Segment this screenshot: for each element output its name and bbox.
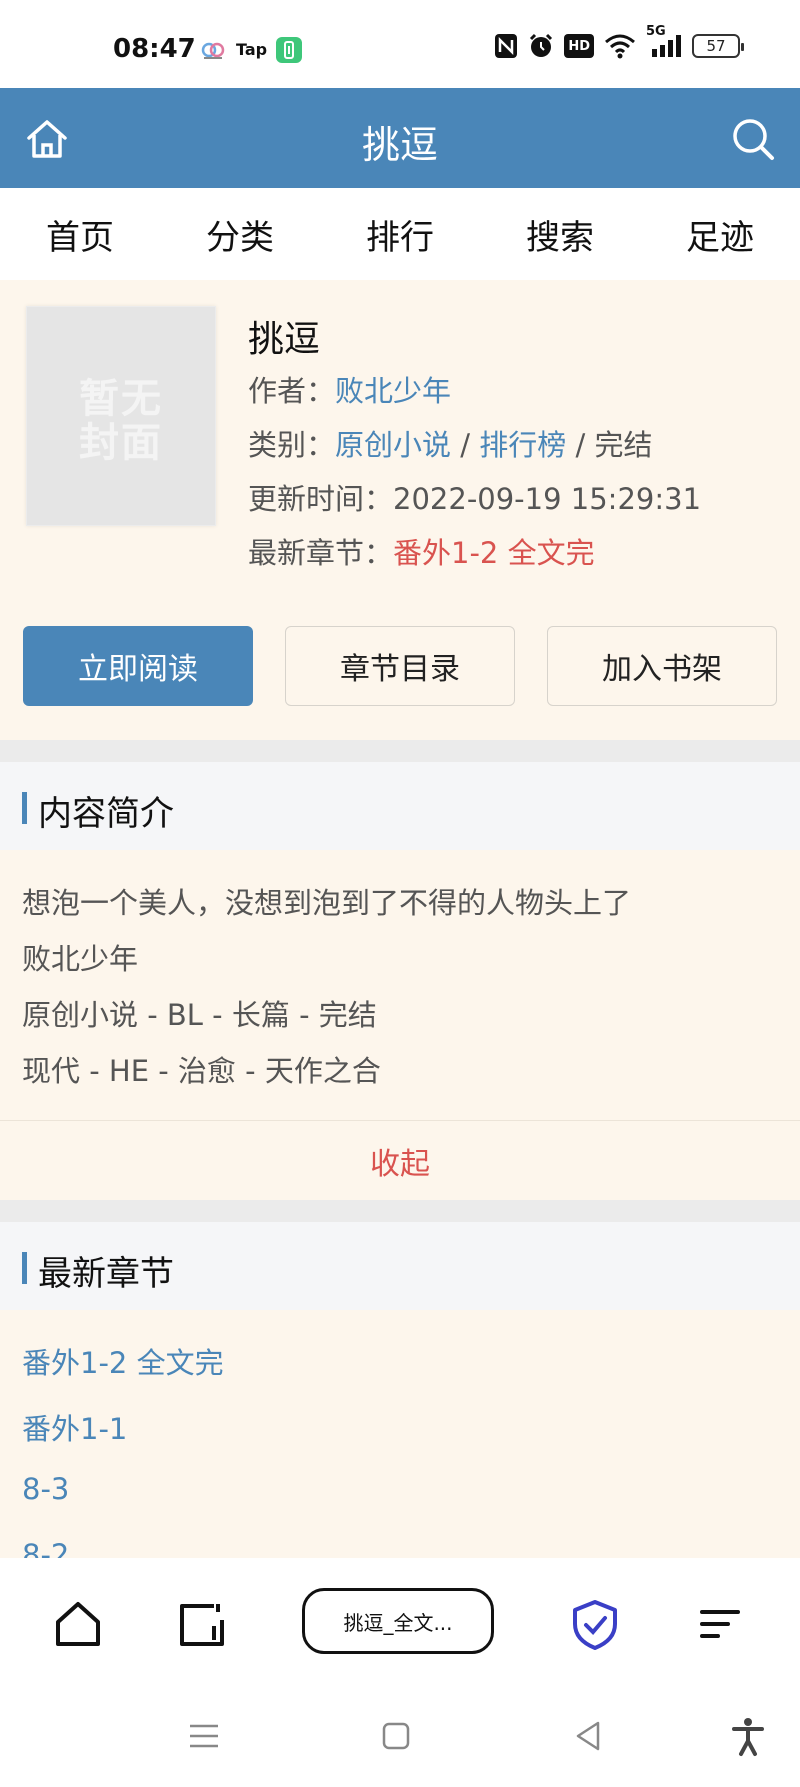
status-bar: 08:47 Tap HD 5G 57 [0,0,800,88]
divider [0,740,800,762]
updated-line: 更新时间：2022-09-19 15:29:31 [248,476,701,518]
current-tab-title[interactable]: 挑逗_全文... [302,1588,494,1654]
intro-line: 现代 - HE - 治愈 - 天作之合 [22,1054,381,1088]
author-line: 作者：败北少年 [248,368,451,410]
chapter-link[interactable]: 番外1-2 全文完 [22,1340,224,1382]
book-info: 暂无 封面 挑逗 作者：败北少年 类别：原创小说 / 排行榜 / 完结 更新时间… [0,280,800,740]
latest-heading: 最新章节 [38,1254,174,1294]
chapter-link[interactable]: 8-3 [22,1472,69,1506]
main-nav: 首页 分类 排行 搜索 足迹 [0,188,800,280]
author-link[interactable]: 败北少年 [335,374,451,408]
back-icon[interactable] [566,1714,610,1758]
shield-check-icon[interactable] [565,1594,625,1654]
intro-line: 想泡一个美人，没想到泡到了不得的人物头上了 [22,886,632,920]
latest-chapter-line: 最新章节：番外1-2 全文完 [248,530,595,572]
heading-accent [22,1252,27,1284]
browser-home-icon[interactable] [48,1594,108,1654]
updated-time: 2022-09-19 15:29:31 [393,482,702,516]
intro-heading-bar: 内容简介 [0,762,800,850]
tabs-icon[interactable] [172,1594,232,1654]
battery-indicator: 57 [692,34,744,58]
chapter-link[interactable]: 番外1-1 [22,1406,127,1448]
category-line: 类别：原创小说 / 排行榜 / 完结 [248,422,653,464]
battery-app-icon [276,37,302,67]
collapse-button[interactable]: 收起 [0,1120,800,1200]
latest-heading-bar: 最新章节 [0,1222,800,1310]
network-type: 5G [646,24,666,39]
status-icons: HD 5G 57 [494,24,744,59]
intro-line: 原创小说 - BL - 长篇 - 完结 [22,998,377,1032]
signal-icon: 5G [646,24,682,58]
status-text: 完结 [594,428,653,462]
hd-icon: HD [564,34,594,58]
cover-text-line2: 封面 [79,420,163,466]
accessibility-icon[interactable] [726,1714,770,1758]
wifi-icon [604,34,636,59]
home-button-icon[interactable] [374,1714,418,1758]
intro-heading: 内容简介 [38,794,174,834]
latest-label: 最新章节： [248,536,394,570]
book-title: 挑逗 [248,319,321,360]
chapter-link[interactable]: 8-2 [22,1538,69,1558]
nav-item-category[interactable]: 分类 [160,210,320,259]
alarm-icon [528,33,554,58]
browser-toolbar: 挑逗_全文... [0,1558,800,1688]
system-navigation-bar [0,1688,800,1787]
recent-apps-icon[interactable] [182,1714,226,1758]
cover-placeholder: 暂无 封面 [27,377,215,465]
search-icon[interactable] [730,116,776,162]
nav-item-history[interactable]: 足迹 [640,210,800,259]
chapter-list-button[interactable]: 章节目录 [285,626,515,706]
intro-line: 败北少年 [22,942,139,976]
book-cover: 暂无 封面 [26,306,216,526]
status-time: 08:47 [113,34,196,64]
category-label: 类别： [248,428,336,462]
latest-chapter-link[interactable]: 番外1-2 全文完 [393,536,595,570]
nav-item-ranking[interactable]: 排行 [320,210,480,259]
author-label: 作者： [248,374,336,408]
latest-chapter-list: 番外1-2 全文完 番外1-1 8-3 8-2 [0,1310,800,1558]
nav-item-home[interactable]: 首页 [0,210,160,259]
add-to-shelf-button[interactable]: 加入书架 [547,626,777,706]
separator: / [566,428,595,462]
ranking-link[interactable]: 排行榜 [479,428,566,462]
cover-text-line1: 暂无 [79,376,163,422]
separator: / [451,428,480,462]
category-link[interactable]: 原创小说 [335,428,451,462]
cloud-app-icon [200,38,226,66]
app-header: 挑逗 [0,88,800,188]
divider [0,1200,800,1222]
read-now-button[interactable]: 立即阅读 [23,626,253,706]
updated-label: 更新时间： [248,482,394,516]
heading-accent [22,792,27,824]
tap-app-icon: Tap [236,40,268,59]
menu-icon[interactable] [690,1594,750,1654]
page-title: 挑逗 [361,123,438,167]
nfc-icon [494,34,518,58]
intro-content: 想泡一个美人，没想到泡到了不得的人物头上了 败北少年 原创小说 - BL - 长… [0,850,800,1120]
nav-item-search[interactable]: 搜索 [480,210,640,259]
